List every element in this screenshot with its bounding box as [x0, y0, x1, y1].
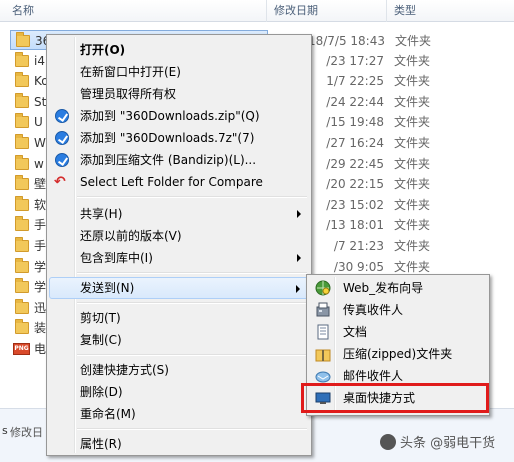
menu-open-new-window[interactable]: 在新窗口中打开(E): [49, 61, 309, 83]
folder-icon: [15, 257, 29, 273]
file-name: St: [34, 94, 47, 109]
menu-create-shortcut[interactable]: 创建快捷方式(S): [49, 359, 309, 381]
menu-separator: [77, 196, 307, 198]
menu-rename[interactable]: 重命名(M): [49, 403, 309, 425]
column-name[interactable]: 名称: [6, 0, 34, 22]
documents-icon: [317, 324, 329, 340]
file-type: 文件夹: [394, 115, 431, 130]
file-name: 学: [34, 280, 47, 295]
file-name: w: [34, 156, 44, 171]
file-type: 文件夹: [394, 239, 431, 253]
file-name: W: [34, 136, 46, 150]
menu-delete[interactable]: 删除(D): [49, 381, 309, 403]
globe-wizard-icon: [315, 280, 331, 296]
bandizip-icon: [55, 131, 69, 145]
menu-separator: [77, 354, 307, 356]
menu-share[interactable]: 共享(H): [49, 203, 309, 225]
send-to-fax[interactable]: 传真收件人: [309, 299, 487, 321]
column-date[interactable]: 修改日期: [268, 0, 318, 22]
file-name: 手: [34, 239, 47, 253]
file-type: 文件夹: [394, 53, 431, 68]
folder-icon: [15, 92, 29, 108]
fax-icon: [316, 302, 330, 317]
folder-icon: [15, 237, 29, 252]
folder-icon: [15, 278, 29, 294]
send-to-web-wizard[interactable]: Web_发布向导: [309, 277, 487, 299]
folder-icon: [15, 216, 29, 232]
bandizip-icon: [55, 153, 69, 167]
file-type: 文件夹: [394, 156, 431, 171]
context-menu: 打开(O) 在新窗口中打开(E) 管理员取得所有权 添加到 "360Downlo…: [46, 34, 312, 456]
folder-icon: [15, 195, 29, 211]
bandizip-icon: [55, 109, 69, 123]
folder-icon: [15, 319, 29, 335]
menu-copy[interactable]: 复制(C): [49, 329, 309, 351]
menu-take-ownership[interactable]: 管理员取得所有权: [49, 83, 309, 105]
menu-select-left-compare[interactable]: ↶ Select Left Folder for Compare: [49, 171, 309, 193]
menu-separator: [77, 428, 307, 430]
folder-icon: [15, 298, 29, 314]
mail-icon: [315, 371, 331, 383]
menu-restore-versions[interactable]: 还原以前的版本(V): [49, 225, 309, 247]
column-type[interactable]: 类型: [388, 0, 416, 22]
watermark: 头条 @弱电干货: [380, 432, 495, 451]
status-text: s: [2, 424, 8, 437]
file-name: 壁: [34, 177, 47, 192]
compare-icon: ↶: [54, 174, 66, 190]
menu-open[interactable]: 打开(O): [49, 39, 309, 61]
send-to-zip-folder[interactable]: 压缩(zipped)文件夹: [309, 343, 487, 365]
file-type: 文件夹: [394, 94, 431, 109]
menu-separator: [77, 272, 307, 274]
menu-properties[interactable]: 属性(R): [49, 433, 309, 455]
folder-icon: [15, 154, 29, 170]
folder-icon: [15, 113, 29, 129]
menu-add-7z[interactable]: 添加到 "360Downloads.7z"(7): [49, 127, 309, 149]
status-date-label: 修改日: [10, 426, 43, 439]
folder-icon: [15, 134, 29, 149]
file-name: 装: [34, 321, 47, 336]
file-name: i4: [34, 53, 45, 68]
menu-separator: [77, 302, 307, 304]
menu-send-to[interactable]: 发送到(N): [49, 277, 309, 299]
folder-icon: [15, 175, 29, 191]
file-name: 学: [34, 259, 47, 274]
submenu-arrow-icon: [296, 285, 300, 293]
column-header: 名称 修改日期 类型: [0, 0, 514, 22]
zip-folder-icon: [315, 349, 331, 362]
file-type: 文件夹: [395, 34, 432, 48]
file-type: 文件夹: [394, 197, 431, 212]
submenu-arrow-icon: [297, 254, 301, 262]
file-name: 手: [34, 218, 47, 233]
file-type: 文件夹: [394, 218, 431, 233]
menu-include-library[interactable]: 包含到库中(I): [49, 247, 309, 269]
menu-add-compress[interactable]: 添加到压缩文件 (Bandizip)(L)...: [49, 149, 309, 171]
send-to-documents[interactable]: 文档: [309, 321, 487, 343]
folder-icon: [16, 32, 30, 47]
file-type: 文件夹: [394, 74, 431, 89]
menu-add-zip[interactable]: 添加到 "360Downloads.zip"(Q): [49, 105, 309, 127]
file-type: 文件夹: [394, 177, 431, 192]
highlight-box: [301, 383, 489, 413]
submenu-arrow-icon: [297, 210, 301, 218]
menu-cut[interactable]: 剪切(T): [49, 307, 309, 329]
file-type: 文件夹: [394, 136, 431, 150]
folder-icon: [15, 51, 29, 67]
toutiao-logo-icon: [380, 434, 396, 450]
file-name: U: [34, 115, 43, 130]
file-name: 迅: [34, 300, 47, 315]
png-file-icon: PNG: [13, 343, 30, 355]
folder-icon: [15, 72, 29, 88]
file-name: 电: [34, 342, 47, 356]
file-name: 软: [34, 197, 47, 212]
